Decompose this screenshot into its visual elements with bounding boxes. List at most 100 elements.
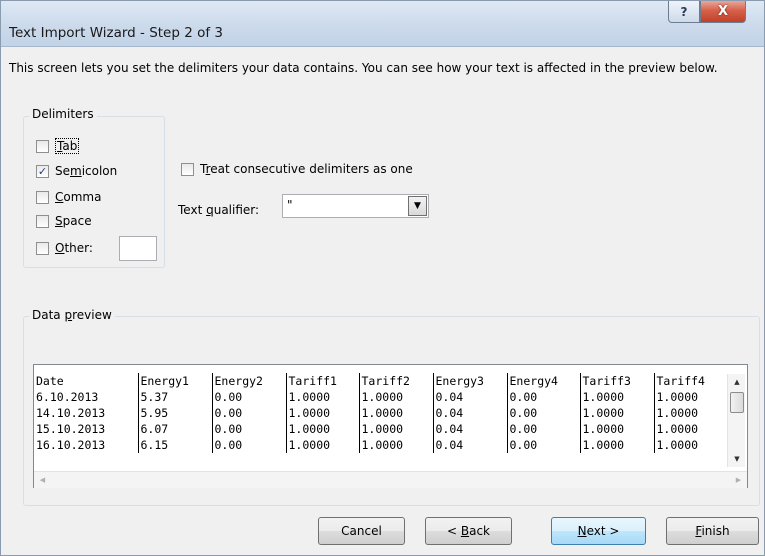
treat-consecutive-checkbox[interactable]: Treat consecutive delimiters as one xyxy=(181,162,413,176)
table-row: 16.10.2013 6.15 0.00 1.0000 1.0000 0.04 … xyxy=(34,437,724,453)
checkbox-box xyxy=(36,214,49,228)
checkbox-box xyxy=(181,162,194,176)
scroll-left-icon[interactable]: ◀ xyxy=(34,472,51,488)
finish-button[interactable]: Finish xyxy=(666,517,759,545)
comma-checkbox[interactable]: Comma xyxy=(36,190,101,204)
checkbox-box xyxy=(36,241,49,255)
text-qualifier-select[interactable]: " ▼ xyxy=(282,194,429,218)
tab-checkbox[interactable]: Tab xyxy=(36,138,80,154)
vertical-scrollbar[interactable]: ▲ ▼ xyxy=(727,374,745,467)
column-header[interactable]: Date xyxy=(34,373,138,389)
table-cell: 0.00 xyxy=(506,421,580,437)
table-cell: 0.00 xyxy=(506,389,580,405)
column-header[interactable]: Tariff2 xyxy=(358,373,433,389)
table-cell: 1.0000 xyxy=(653,437,724,453)
table-cell: 1.0000 xyxy=(285,421,359,437)
horizontal-scrollbar[interactable]: ◀ ▶ xyxy=(34,471,747,488)
back-button[interactable]: < Back xyxy=(425,517,512,545)
treat-consecutive-label: Treat consecutive delimiters as one xyxy=(200,162,413,176)
table-cell: 0.04 xyxy=(432,405,507,421)
table-cell: 0.04 xyxy=(432,437,507,453)
finish-label: Finish xyxy=(695,524,730,538)
text-qualifier-label: Text qualifier: xyxy=(178,203,260,217)
close-button[interactable]: X xyxy=(700,1,746,23)
table-row: 14.10.2013 5.95 0.00 1.0000 1.0000 0.04 … xyxy=(34,405,724,421)
table-cell: 1.0000 xyxy=(653,405,724,421)
data-preview-grid[interactable]: Date Energy1 Energy2 Tariff1 Tariff2 Ene… xyxy=(33,364,748,488)
title-bar: Text Import Wizard - Step 2 of 3 ? X xyxy=(1,1,764,47)
dialog-title: Text Import Wizard - Step 2 of 3 xyxy=(9,25,223,41)
comma-label: Comma xyxy=(55,190,102,204)
table-cell: 1.0000 xyxy=(358,405,433,421)
table-cell: 1.0000 xyxy=(285,405,359,421)
table-cell: 1.0000 xyxy=(579,421,654,437)
scroll-right-icon[interactable]: ▶ xyxy=(730,472,747,488)
column-header[interactable]: Energy3 xyxy=(432,373,507,389)
column-header[interactable]: Tariff4 xyxy=(653,373,724,389)
table-cell: 6.10.2013 xyxy=(36,390,99,404)
table-cell: 1.0000 xyxy=(285,389,359,405)
help-button[interactable]: ? xyxy=(668,1,700,23)
table-cell: 1.0000 xyxy=(579,389,654,405)
scroll-down-icon[interactable]: ▼ xyxy=(728,451,746,467)
next-label: Next > xyxy=(577,524,620,538)
table-cell: 5.95 xyxy=(137,405,212,421)
tab-label: Tab xyxy=(55,138,80,154)
intro-text: This screen lets you set the delimiters … xyxy=(9,61,718,75)
table-cell: 0.00 xyxy=(211,389,286,405)
column-header[interactable]: Tariff1 xyxy=(285,373,359,389)
checkbox-box-checked: ✓ xyxy=(36,164,49,178)
checkbox-box xyxy=(36,139,49,153)
table-cell: 0.00 xyxy=(211,405,286,421)
column-header[interactable]: Energy1 xyxy=(137,373,212,389)
table-cell: 0.00 xyxy=(506,405,580,421)
column-header[interactable]: Energy4 xyxy=(506,373,580,389)
preview-table: Date Energy1 Energy2 Tariff1 Tariff2 Ene… xyxy=(34,373,724,453)
table-cell: 0.00 xyxy=(211,437,286,453)
delimiters-legend: Delimiters xyxy=(29,107,97,121)
table-cell: 6.15 xyxy=(137,437,212,453)
table-cell: 6.07 xyxy=(137,421,212,437)
text-import-wizard-dialog: Text Import Wizard - Step 2 of 3 ? X Thi… xyxy=(0,0,765,556)
other-delimiter-input[interactable] xyxy=(119,236,157,261)
chevron-down-icon[interactable]: ▼ xyxy=(408,196,427,216)
table-cell: 1.0000 xyxy=(358,421,433,437)
table-cell: 1.0000 xyxy=(579,405,654,421)
text-qualifier-value: " xyxy=(287,198,293,212)
scroll-up-icon[interactable]: ▲ xyxy=(728,374,746,390)
close-icon: X xyxy=(717,4,729,19)
back-label: < Back xyxy=(446,524,490,538)
table-row: 15.10.2013 6.07 0.00 1.0000 1.0000 0.04 … xyxy=(34,421,724,437)
other-label: Other: xyxy=(55,241,93,255)
table-cell: 15.10.2013 xyxy=(36,422,106,436)
cancel-label: Cancel xyxy=(341,524,382,538)
question-icon: ? xyxy=(680,4,688,19)
semicolon-label: Semicolon xyxy=(55,164,118,178)
table-cell: 1.0000 xyxy=(358,389,433,405)
checkmark-icon: ✓ xyxy=(37,164,48,178)
cancel-button[interactable]: Cancel xyxy=(318,517,405,545)
next-button[interactable]: Next > xyxy=(551,517,646,545)
space-checkbox[interactable]: Space xyxy=(36,214,92,228)
table-cell: 14.10.2013 xyxy=(36,406,106,420)
space-label: Space xyxy=(55,214,92,228)
preview-header-row: Date Energy1 Energy2 Tariff1 Tariff2 Ene… xyxy=(34,373,724,389)
table-cell: 0.00 xyxy=(506,437,580,453)
table-row: 6.10.2013 5.37 0.00 1.0000 1.0000 0.04 0… xyxy=(34,389,724,405)
semicolon-checkbox[interactable]: ✓ Semicolon xyxy=(36,164,117,178)
table-cell: 1.0000 xyxy=(579,437,654,453)
table-cell: 0.04 xyxy=(432,421,507,437)
table-cell: 0.00 xyxy=(211,421,286,437)
table-cell: 1.0000 xyxy=(653,421,724,437)
table-cell: 1.0000 xyxy=(653,389,724,405)
scroll-thumb[interactable] xyxy=(730,392,744,413)
table-cell: 1.0000 xyxy=(358,437,433,453)
checkbox-box xyxy=(36,190,49,204)
column-header[interactable]: Energy2 xyxy=(211,373,286,389)
table-cell: 5.37 xyxy=(137,389,212,405)
table-cell: 0.04 xyxy=(432,389,507,405)
column-header[interactable]: Tariff3 xyxy=(579,373,654,389)
data-preview-legend: Data preview xyxy=(29,308,115,322)
other-checkbox[interactable]: Other: xyxy=(36,241,93,255)
table-cell: 16.10.2013 xyxy=(36,438,106,452)
